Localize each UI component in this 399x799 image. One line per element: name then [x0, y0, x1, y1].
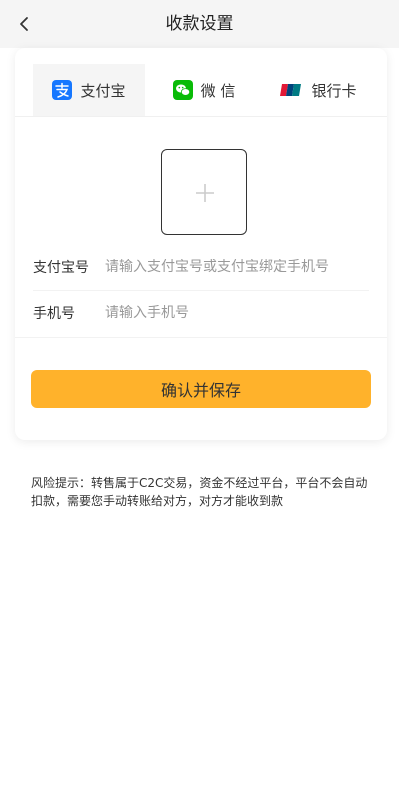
- wechat-icon: [172, 80, 193, 100]
- alipay-icon: [52, 80, 73, 100]
- form-divider: [15, 337, 387, 338]
- qr-code-upload-button[interactable]: [161, 149, 247, 235]
- confirm-save-button[interactable]: 确认并保存: [31, 370, 371, 408]
- tab-alipay-label: 支付宝: [80, 81, 126, 100]
- phone-input[interactable]: [105, 305, 355, 321]
- plus-icon: [196, 184, 214, 202]
- unionpay-icon: [280, 84, 302, 96]
- payment-method-tabs: 支付宝 微 信 银行卡: [33, 64, 373, 116]
- payment-settings-card: 支付宝 微 信 银行卡 支付宝号 请输入支付宝号或支付宝绑定手机号 手机号 请输…: [15, 48, 387, 440]
- risk-warning-text: 风险提示：转售属于C2C交易，资金不经过平台，平台不会自动扣款，需要您手动转账给…: [31, 476, 368, 508]
- alipay-account-input[interactable]: [105, 259, 355, 275]
- tab-bank-card[interactable]: 银行卡: [263, 64, 373, 116]
- header-bar: 收款设置: [0, 0, 399, 48]
- phone-row: 手机号: [33, 290, 369, 336]
- tab-wechat[interactable]: 微 信: [149, 64, 259, 116]
- phone-label: 手机号: [33, 306, 75, 322]
- alipay-account-label: 支付宝号: [33, 260, 89, 276]
- tab-alipay[interactable]: 支付宝: [33, 64, 145, 116]
- tabs-divider: [15, 116, 387, 117]
- page-title: 收款设置: [165, 14, 234, 34]
- tab-bank-card-label: 银行卡: [311, 81, 357, 100]
- alipay-account-row: 支付宝号: [33, 244, 369, 290]
- tab-wechat-label: 微 信: [200, 81, 236, 100]
